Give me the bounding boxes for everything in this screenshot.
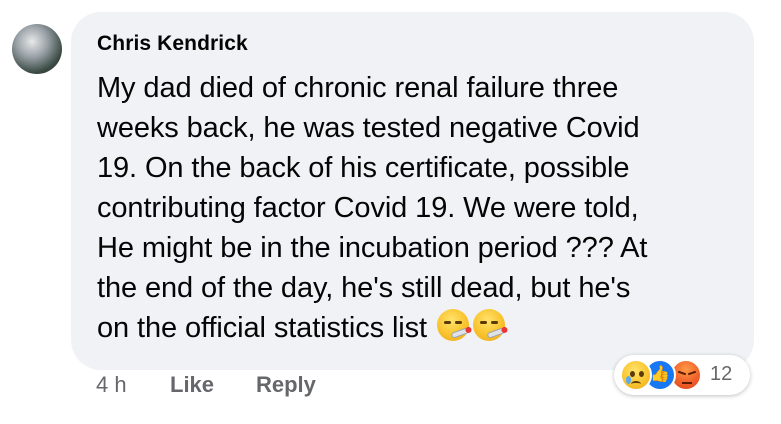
- reactions-summary[interactable]: 👍 12: [614, 355, 750, 395]
- comment-line: He might be in the incubation period ???…: [97, 232, 648, 264]
- comment-author[interactable]: Chris Kendrick: [97, 32, 248, 56]
- comment-bubble: Chris Kendrick My dad died of chronic re…: [71, 12, 754, 370]
- comment-line: weeks back, he was tested negative Covid: [97, 112, 640, 144]
- comment-line: on the official statistics list: [97, 312, 428, 344]
- comment-line: 19. On the back of his certificate, poss…: [97, 152, 630, 184]
- comment-line: contributing factor Covid 19. We were to…: [97, 192, 639, 224]
- comment-text: My dad died of chronic renal failure thr…: [97, 68, 737, 348]
- sad-reaction-icon: [620, 359, 652, 391]
- comment-line: the end of the day, he's still dead, but…: [97, 272, 631, 304]
- reply-button[interactable]: Reply: [256, 372, 316, 398]
- face-with-thermometer-icon: [437, 309, 470, 341]
- avatar[interactable]: [12, 24, 62, 74]
- reaction-count: 12: [710, 363, 733, 385]
- comment-timestamp[interactable]: 4 h: [96, 372, 127, 398]
- face-with-thermometer-icon: [473, 309, 506, 341]
- like-button[interactable]: Like: [170, 372, 214, 398]
- comment-line: My dad died of chronic renal failure thr…: [97, 72, 619, 104]
